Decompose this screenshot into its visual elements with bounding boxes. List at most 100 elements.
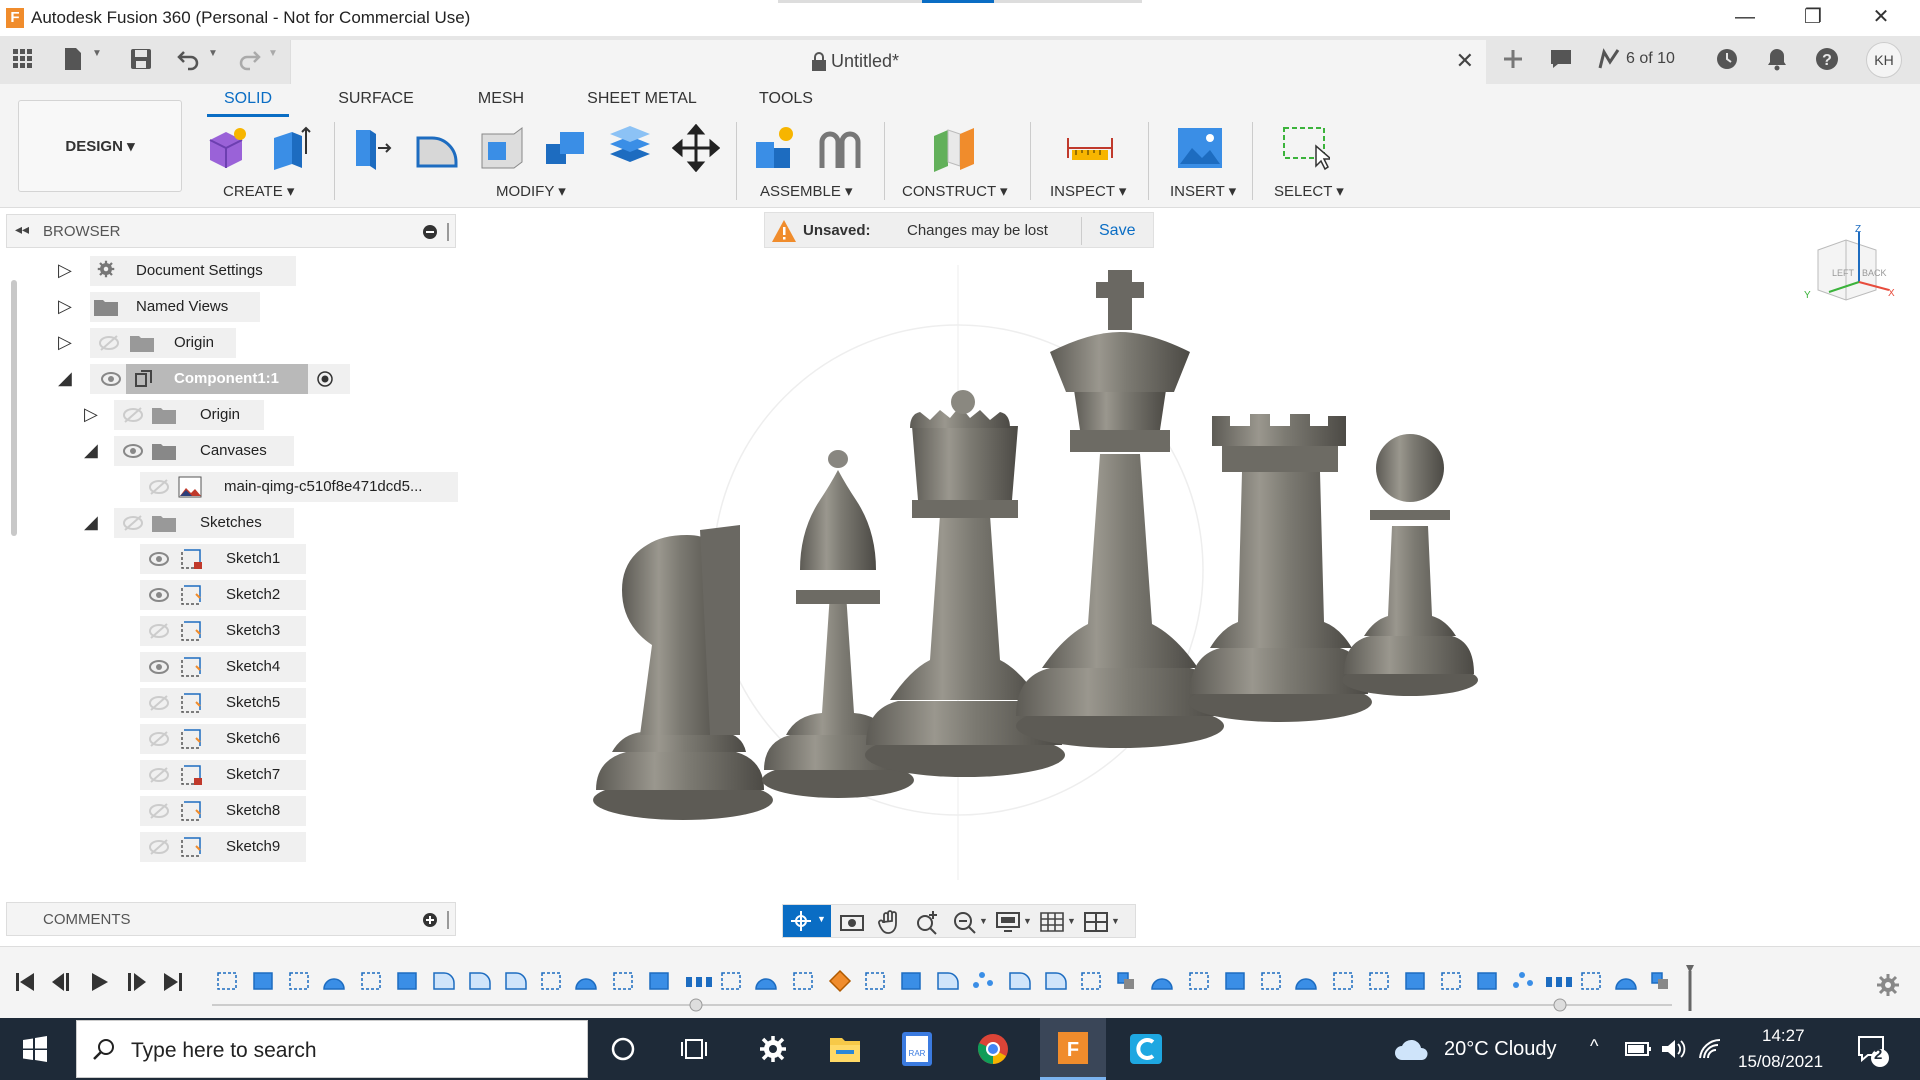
tab-mesh[interactable]: MESH [466, 90, 536, 108]
collapse-triangle-icon[interactable]: ◢ [58, 368, 72, 389]
tree-item-sketch5[interactable]: Sketch5 [140, 688, 306, 718]
offset-plane-icon[interactable] [930, 124, 978, 172]
new-component-icon[interactable] [204, 124, 252, 172]
offset-face-icon[interactable] [606, 124, 654, 172]
tree-item-canvases[interactable]: Canvases [114, 436, 294, 466]
play-icon[interactable] [88, 971, 112, 993]
clock-date[interactable]: 15/08/2021 [1738, 1052, 1823, 1072]
visibility-eye-icon[interactable] [148, 658, 170, 676]
comments-panel-header[interactable]: COMMENTS [6, 902, 456, 936]
extrude-icon[interactable] [266, 124, 314, 172]
tree-item-sketch7[interactable]: Sketch7 [140, 760, 306, 790]
job-status-icon[interactable] [1596, 46, 1622, 72]
viewcube-back-label[interactable]: BACK [1862, 268, 1887, 278]
collapse-triangle-icon[interactable]: ◢ [84, 512, 98, 533]
file-menu-chevron-icon[interactable]: ▼ [92, 48, 102, 59]
tree-item-named-views[interactable]: Named Views [90, 292, 260, 322]
tree-item-component1[interactable]: Component1:1 [90, 364, 350, 394]
visibility-hidden-icon[interactable] [148, 766, 170, 784]
taskbar-search-box[interactable]: Type here to search [76, 1020, 588, 1078]
weather-text[interactable]: 20°C Cloudy [1444, 1038, 1557, 1061]
fit-icon[interactable] [951, 909, 977, 935]
visibility-hidden-icon[interactable] [148, 478, 170, 496]
winrar-icon[interactable]: RAR [900, 1030, 934, 1068]
panel-pin-icon[interactable] [447, 911, 449, 929]
document-tab[interactable]: Untitled* ✕ [290, 40, 1486, 84]
job-status-text[interactable]: 6 of 10 [1626, 50, 1675, 68]
workspace-switcher[interactable]: DESIGN ▾ [18, 100, 182, 192]
measure-icon[interactable] [1066, 124, 1114, 172]
browser-header[interactable]: ◂◂ BROWSER [6, 214, 456, 248]
expand-triangle-icon[interactable]: ▷ [84, 404, 98, 425]
viewports-chevron-icon[interactable]: ▼ [1111, 916, 1120, 926]
shell-icon[interactable] [478, 124, 526, 172]
zoom-icon[interactable] [915, 909, 941, 935]
visibility-eye-icon[interactable] [148, 586, 170, 604]
step-forward-icon[interactable] [124, 971, 148, 993]
press-pull-icon[interactable] [350, 124, 398, 172]
cortana-icon[interactable] [610, 1036, 636, 1062]
collapse-triangle-icon[interactable]: ◢ [84, 440, 98, 461]
move-copy-icon[interactable] [672, 124, 720, 172]
visibility-eye-icon[interactable] [148, 550, 170, 568]
activate-component-icon[interactable] [316, 370, 334, 388]
action-center-icon[interactable] [1856, 1034, 1890, 1068]
collapse-panel-icon[interactable]: ◂◂ [15, 221, 29, 238]
3d-viewport[interactable]: LEFT BACK Z X Y [460, 210, 1920, 944]
timeline-settings-gear-icon[interactable] [1876, 973, 1900, 997]
knight-piece[interactable] [593, 525, 773, 820]
fusion-taskbar-button[interactable]: F [1040, 1018, 1106, 1080]
help-icon[interactable]: ? [1814, 46, 1840, 72]
visibility-hidden-icon[interactable] [122, 514, 144, 532]
tab-tools[interactable]: TOOLS [746, 90, 826, 108]
user-avatar[interactable]: KH [1866, 42, 1902, 78]
undo-icon[interactable] [176, 46, 202, 72]
insert-menu[interactable]: INSERT ▾ [1170, 182, 1236, 200]
tree-item-sketch4[interactable]: Sketch4 [140, 652, 306, 682]
tree-item-sketch1[interactable]: Sketch1 [140, 544, 306, 574]
tree-item-sketch2[interactable]: Sketch2 [140, 580, 306, 610]
tree-item-origin[interactable]: Origin [90, 328, 236, 358]
assemble-menu[interactable]: ASSEMBLE ▾ [760, 182, 853, 200]
viewcube-left-label[interactable]: LEFT [1832, 268, 1855, 278]
expand-triangle-icon[interactable]: ▷ [58, 332, 72, 353]
file-menu-icon[interactable] [60, 46, 86, 72]
chrome-icon[interactable] [976, 1032, 1010, 1066]
redo-icon[interactable] [236, 46, 262, 72]
tree-item-document-settings[interactable]: Document Settings [90, 256, 296, 286]
volume-icon[interactable] [1660, 1038, 1688, 1060]
task-view-icon[interactable] [680, 1036, 708, 1062]
clock-icon[interactable] [1714, 46, 1740, 72]
file-explorer-icon[interactable] [828, 1034, 862, 1064]
tree-item-sketch9[interactable]: Sketch9 [140, 832, 306, 862]
expand-triangle-icon[interactable]: ▷ [58, 260, 72, 281]
windows-start-icon[interactable] [22, 1036, 48, 1062]
fit-chevron-icon[interactable]: ▼ [979, 916, 988, 926]
fillet-icon[interactable] [414, 124, 462, 172]
visibility-hidden-icon[interactable] [148, 622, 170, 640]
tab-surface[interactable]: SURFACE [330, 90, 422, 108]
tree-item-sketches[interactable]: Sketches [114, 508, 294, 538]
new-tab-icon[interactable] [1500, 46, 1526, 72]
comments-icon[interactable] [1548, 46, 1574, 72]
view-cube[interactable]: LEFT BACK Z X Y [1804, 224, 1895, 301]
browser-minimize-icon[interactable] [423, 225, 437, 239]
grid-chevron-icon[interactable]: ▼ [1067, 916, 1076, 926]
orbit-button[interactable]: ▼ [783, 905, 831, 937]
pawn-piece[interactable] [1342, 434, 1478, 696]
ccleaner-icon[interactable] [1128, 1032, 1164, 1066]
go-to-start-icon[interactable] [14, 971, 38, 993]
visibility-hidden-icon[interactable] [148, 838, 170, 856]
pan-hand-icon[interactable] [877, 909, 903, 935]
battery-icon[interactable] [1624, 1040, 1652, 1058]
wifi-icon[interactable] [1698, 1038, 1724, 1060]
minimize-button[interactable]: — [1716, 0, 1774, 36]
add-comment-icon[interactable] [423, 913, 437, 927]
tree-item-sketch6[interactable]: Sketch6 [140, 724, 306, 754]
select-window-icon[interactable] [1282, 124, 1330, 172]
close-button[interactable]: ✕ [1852, 0, 1910, 36]
visibility-hidden-icon[interactable] [122, 406, 144, 424]
save-icon[interactable] [128, 46, 154, 72]
undo-chevron-icon[interactable]: ▼ [208, 48, 218, 59]
visibility-hidden-icon[interactable] [148, 694, 170, 712]
